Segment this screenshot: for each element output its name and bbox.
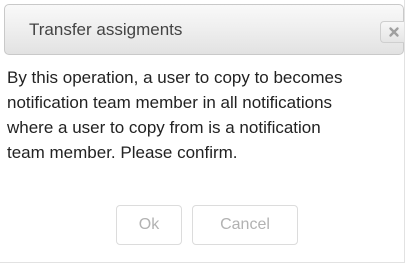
ok-button[interactable]: Ok: [116, 205, 182, 245]
close-button[interactable]: [380, 21, 404, 43]
cancel-button[interactable]: Cancel: [192, 205, 298, 245]
confirmation-message: By this operation, a user to copy to bec…: [7, 68, 343, 162]
close-icon: [389, 27, 399, 37]
dialog-titlebar[interactable]: Transfer assigments: [4, 4, 404, 55]
dialog-title: Transfer assigments: [29, 20, 183, 39]
transfer-assignments-dialog: Transfer assigments By this operation, a…: [0, 0, 405, 263]
